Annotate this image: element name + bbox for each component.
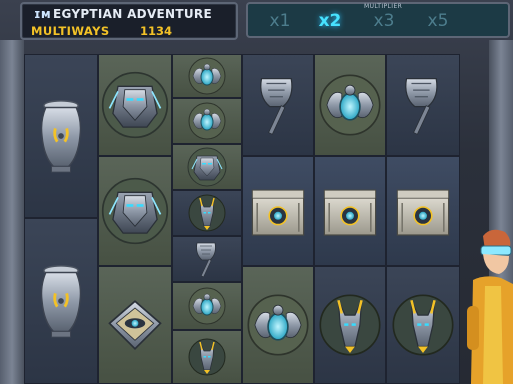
reel-cell [172, 54, 242, 98]
pharaoh-mask-symbol-icon [101, 177, 169, 245]
multiplier-x5: x5 [427, 11, 449, 31]
reel-cell [172, 236, 242, 282]
vase-symbol-icon [32, 263, 90, 339]
reel-cell [386, 54, 460, 156]
anubis-symbol-icon [390, 292, 456, 358]
title-panel: ɪᴍ EGYPTIAN ADVENTURE MULTIWAYS 1134 [20, 2, 238, 40]
reel-cell [98, 156, 172, 266]
explorer-mascot-icon [467, 229, 513, 384]
reel-cell [242, 54, 314, 156]
reel-cell [24, 218, 98, 384]
axe-symbol-icon [245, 72, 311, 138]
reel-cell [24, 54, 98, 218]
reel-2 [98, 54, 172, 384]
scarab-symbol-icon [245, 292, 311, 358]
reel-1 [24, 54, 98, 384]
multiplier-panel: MULTIPLIER x1 x2 x3 x5 [246, 2, 510, 38]
left-frame-rail [0, 40, 24, 384]
multiplier-caption: MULTIPLIER [364, 3, 403, 10]
anubis-symbol-icon [187, 193, 227, 233]
axe-symbol-icon [390, 72, 456, 138]
reel-cell [98, 266, 172, 384]
reel-3 [172, 54, 242, 384]
reel-4 [242, 54, 314, 384]
stone-block-symbol-icon [391, 179, 455, 243]
reel-5 [314, 54, 386, 384]
reel-cell [386, 266, 460, 384]
multiplier-x1: x1 [269, 11, 291, 31]
multiplier-x3: x3 [373, 11, 395, 31]
reel-cell [172, 98, 242, 144]
multiways-value: 1134 [140, 24, 173, 38]
pharaoh-mask-symbol-icon [187, 147, 227, 187]
logo-mark: ɪᴍ [34, 7, 51, 21]
game-title-text: EGYPTIAN ADVENTURE [52, 7, 212, 21]
reel-cell [242, 266, 314, 384]
multiplier-x2-active: x2 [318, 11, 342, 31]
reel-cell [172, 282, 242, 330]
reel-cell [314, 54, 386, 156]
reel-cell [314, 266, 386, 384]
axe-symbol-icon [187, 239, 227, 279]
anubis-symbol-icon [317, 292, 383, 358]
stone-block-symbol-icon [318, 179, 382, 243]
vase-symbol-icon [32, 98, 90, 174]
scarab-symbol-icon [317, 72, 383, 138]
game-title: ɪᴍ EGYPTIAN ADVENTURE [34, 7, 212, 21]
scarab-symbol-icon [187, 101, 227, 141]
reel-cell [172, 330, 242, 384]
reel-cell [98, 54, 172, 156]
reel-cell [172, 144, 242, 190]
reel-cell [386, 156, 460, 266]
pharaoh-mask-symbol-icon [101, 71, 169, 139]
anubis-symbol-icon [187, 337, 227, 377]
reel-cell [242, 156, 314, 266]
reel-cell [314, 156, 386, 266]
multiways-label: MULTIWAYS [31, 24, 110, 38]
scarab-symbol-icon [187, 286, 227, 326]
eye-tablet-symbol-icon [101, 291, 169, 359]
scarab-symbol-icon [187, 56, 227, 96]
reel-cell [172, 190, 242, 236]
stone-block-symbol-icon [246, 179, 310, 243]
reel-6 [386, 54, 460, 384]
